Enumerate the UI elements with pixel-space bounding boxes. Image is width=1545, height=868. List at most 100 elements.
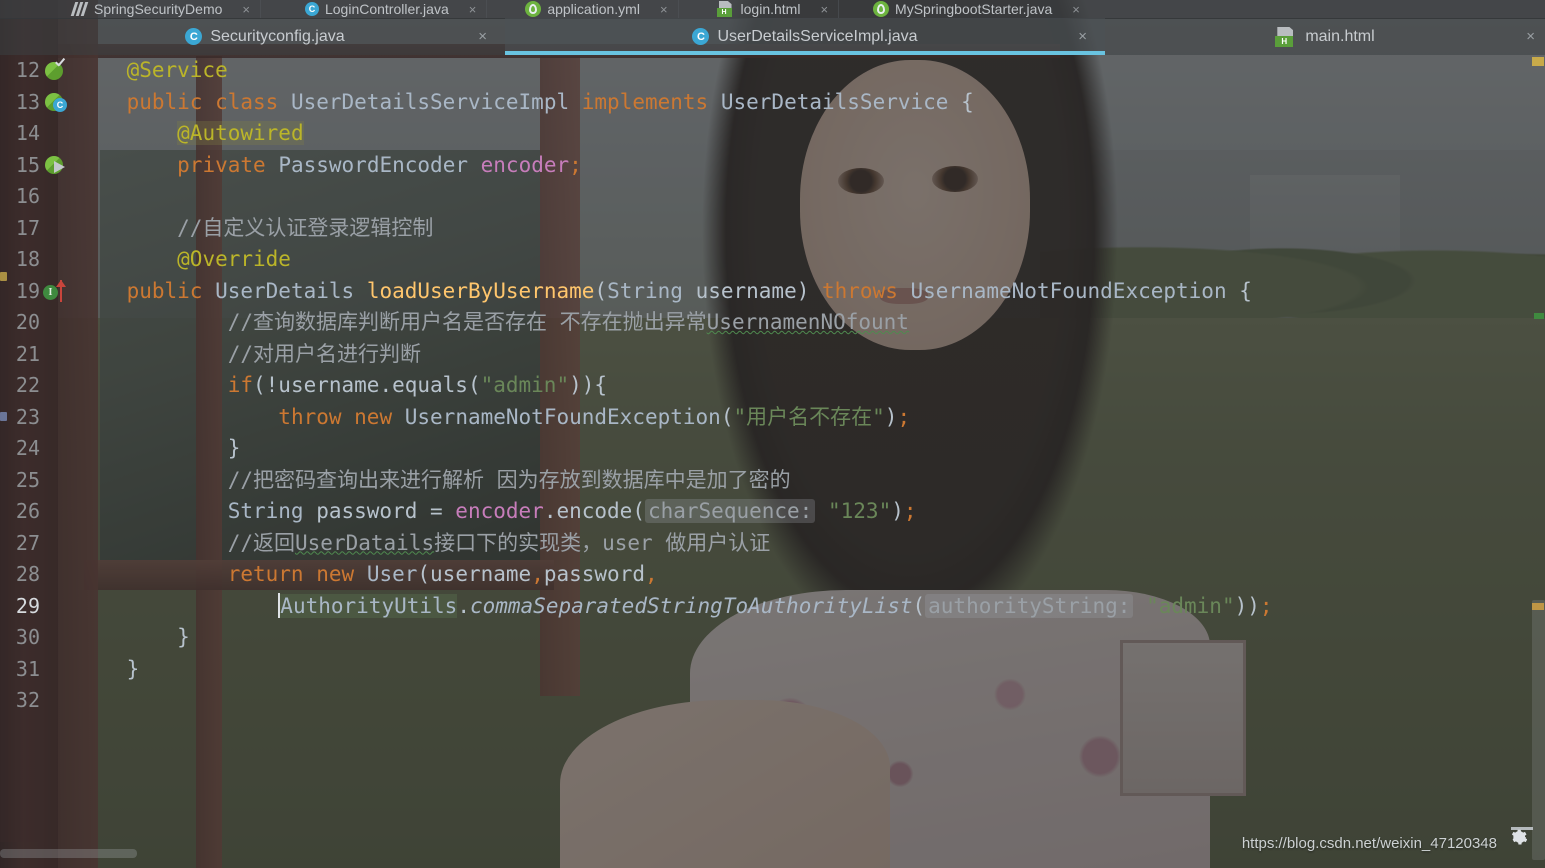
close-icon[interactable]: ×: [478, 28, 487, 45]
code-line[interactable]: 20 //查询数据库判断用户名是否存在 不存在抛出异常UsernamenNOfo…: [0, 307, 1545, 339]
gutter-icon-spring-bean-arrow[interactable]: [40, 154, 72, 176]
editor-tab-label: Securityconfig.java: [210, 27, 345, 45]
ide-window: SpringSecurityDemo × C LoginController.j…: [0, 0, 1545, 868]
line-number: 14: [15, 121, 40, 145]
java-class-icon: C: [692, 28, 710, 45]
line-number: 32: [15, 688, 40, 712]
code-editor[interactable]: 12 @Service 13 C public class UserDetail…: [0, 55, 1545, 842]
line-text: throw new UsernameNotFoundException("用户名…: [278, 404, 911, 429]
code-line[interactable]: 32: [0, 685, 1545, 717]
code-line[interactable]: 16: [0, 181, 1545, 213]
minimize-icon[interactable]: [1511, 827, 1533, 830]
top-tab-login-html[interactable]: H login.html ×: [707, 0, 840, 18]
line-text: return new User(username,password,: [227, 562, 658, 586]
line-text: }: [76, 436, 241, 460]
top-tab-label: SpringSecurityDemo: [94, 1, 223, 17]
code-line[interactable]: 14 @Autowired: [0, 118, 1545, 150]
close-icon[interactable]: ×: [1072, 2, 1080, 17]
code-line[interactable]: 21 //对用户名进行判断: [0, 339, 1545, 371]
yaml-icon: [525, 1, 542, 17]
spring-boot-icon: [873, 1, 890, 17]
code-line[interactable]: 23 throw new UsernameNotFoundException("…: [0, 402, 1545, 434]
gutter-icon-implemented-method[interactable]: I: [40, 280, 72, 303]
html-file-icon: H: [716, 1, 735, 17]
scrollbar-thumb[interactable]: [0, 849, 137, 858]
gutter-icon-spring-bean-check[interactable]: [40, 60, 72, 82]
editor-tab-securityconfig[interactable]: C Securityconfig.java ×: [25, 18, 505, 55]
close-icon[interactable]: ×: [660, 2, 668, 17]
editor-tab-main-html[interactable]: H main.html ×: [1105, 18, 1545, 55]
close-icon[interactable]: ×: [242, 2, 250, 17]
project-tab-bar: SpringSecurityDemo × C LoginController.j…: [0, 0, 1545, 19]
line-number: 13: [15, 89, 40, 114]
top-tab-myspringbootstarter[interactable]: MySpringbootStarter.java ×: [863, 0, 1090, 18]
scrollbar-thumb[interactable]: [1532, 600, 1545, 860]
line-text: AuthorityUtils.commaSeparatedStringToAut…: [278, 592, 1273, 618]
line-number: 21: [15, 341, 40, 366]
editor-tab-userdetailsserviceimpl[interactable]: C UserDetailsServiceImpl.java ×: [505, 18, 1105, 55]
line-text: //把密码查询出来进行解析 因为存放到数据库中是加了密的: [76, 467, 791, 492]
line-number: 26: [15, 499, 40, 523]
code-line[interactable]: 17 //自定义认证登录逻辑控制: [0, 213, 1545, 245]
code-line[interactable]: 25 //把密码查询出来进行解析 因为存放到数据库中是加了密的: [0, 465, 1545, 497]
code-line[interactable]: 12 @Service: [0, 55, 1545, 87]
close-icon[interactable]: ×: [469, 2, 477, 17]
java-class-icon: C: [185, 28, 203, 45]
line-number: 16: [15, 184, 40, 208]
code-line[interactable]: 30 }: [0, 622, 1545, 654]
marker-ok[interactable]: [1534, 313, 1544, 319]
gutter-icon-spring-bean-class[interactable]: C: [40, 91, 72, 113]
line-number: 27: [15, 530, 40, 555]
line-text: //自定义认证登录逻辑控制: [76, 215, 434, 240]
line-number: 17: [15, 215, 40, 240]
spring-module-icon: [70, 2, 89, 16]
code-line[interactable]: 28 return new User(username,password,: [0, 559, 1545, 591]
marker-warning[interactable]: [1532, 57, 1544, 66]
inlay-hint-authoritystring: authorityString:: [925, 593, 1134, 618]
editor-tab-label: UserDetailsServiceImpl.java: [717, 27, 918, 45]
watermark-url: https://blog.csdn.net/weixin_47120348: [1241, 835, 1497, 852]
left-edge-marker: [0, 412, 7, 421]
line-number: 28: [15, 562, 40, 586]
line-text: if(!username.equals("admin")){: [227, 373, 608, 397]
code-line[interactable]: 26 String password = encoder.encode(char…: [0, 496, 1545, 528]
html-file-icon: H: [1275, 26, 1297, 47]
top-tab-label: application.yml: [547, 1, 640, 17]
code-line[interactable]: 27 //返回UserDatails接口下的实现类，user 做用户认证: [0, 528, 1545, 560]
code-line[interactable]: 15 private PasswordEncoder encoder;: [0, 150, 1545, 182]
top-tab-logincontroller[interactable]: C LoginController.java ×: [295, 0, 488, 18]
close-icon[interactable]: ×: [820, 2, 828, 17]
editor-tab-label: main.html: [1305, 27, 1375, 45]
top-tab-application-yml[interactable]: application.yml ×: [515, 0, 679, 18]
settings-gear-icon[interactable]: [1509, 828, 1527, 846]
close-icon[interactable]: ×: [1526, 28, 1535, 45]
line-text: private PasswordEncoder encoder;: [177, 152, 582, 177]
code-lines: 12 @Service 13 C public class UserDetail…: [0, 55, 1545, 717]
line-number: 12: [15, 58, 40, 82]
line-number: 30: [15, 625, 40, 649]
inlay-hint-charsequence: charSequence:: [644, 499, 816, 523]
code-line[interactable]: 22 if(!username.equals("admin")){: [0, 370, 1545, 402]
line-number: 22: [15, 373, 40, 397]
code-line[interactable]: 18 @Override: [0, 244, 1545, 276]
line-number: 15: [15, 152, 40, 177]
line-number: 24: [15, 436, 40, 460]
code-line[interactable]: 13 C public class UserDetailsServiceImpl…: [0, 87, 1545, 119]
line-text: //返回UserDatails接口下的实现类，user 做用户认证: [76, 530, 771, 555]
line-text: }: [76, 656, 140, 681]
top-tab-label: login.html: [740, 1, 801, 17]
top-tab-springsecuritydemo[interactable]: SpringSecurityDemo ×: [62, 0, 261, 18]
code-line-active[interactable]: 29 AuthorityUtils.commaSeparatedStringTo…: [0, 591, 1545, 623]
left-edge-marker: [0, 272, 7, 281]
code-line[interactable]: 19 I public UserDetails loadUserByUserna…: [0, 276, 1545, 308]
line-text: public UserDetails loadUserByUsername(St…: [126, 278, 1252, 303]
editor-marker-bar[interactable]: [1531, 55, 1545, 860]
line-text: //查询数据库判断用户名是否存在 不存在抛出异常UsernamenNOfount: [76, 310, 909, 334]
top-tab-label: LoginController.java: [324, 1, 449, 17]
editor-tab-bar: C Securityconfig.java × C UserDetailsSer…: [0, 18, 1545, 55]
line-text: //对用户名进行判断: [76, 341, 422, 366]
java-class-icon: C: [304, 2, 319, 16]
code-line[interactable]: 24 }: [0, 433, 1545, 465]
code-line[interactable]: 31 }: [0, 654, 1545, 686]
close-icon[interactable]: ×: [1078, 28, 1087, 45]
